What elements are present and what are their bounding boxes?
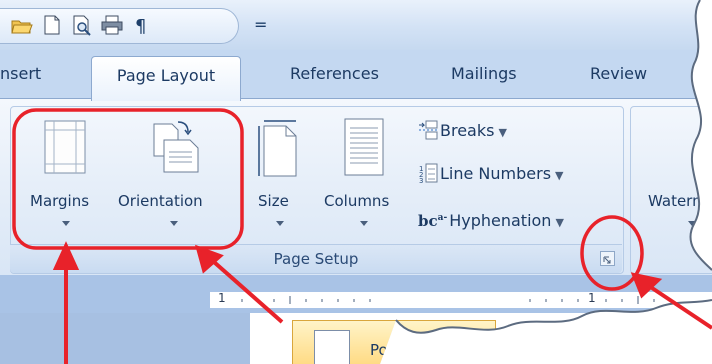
ruler-number: 1 [218, 291, 226, 305]
line-numbers-label: Line Numbers [440, 164, 552, 183]
watermark-label: Waterm [648, 192, 707, 210]
tab-page-layout[interactable]: Page Layout [91, 56, 241, 101]
breaks-dropdown-icon: ▼ [498, 126, 507, 139]
line-numbers-icon: 1 2 3 [418, 163, 438, 183]
margins-dropdown-icon [62, 221, 70, 226]
tab-insert[interactable]: nsert [0, 62, 41, 86]
breaks-label: Breaks [440, 121, 495, 140]
size-label: Size [258, 192, 289, 210]
line-numbers-button[interactable]: 1 2 3 Line Numbers ▼ [418, 163, 564, 187]
svg-text:¶: ¶ [135, 16, 146, 36]
tab-page-layout-label: Page Layout [116, 66, 216, 85]
margins-button[interactable]: Margins [26, 110, 114, 244]
line-numbers-dropdown-icon: ▼ [555, 169, 564, 182]
hyphenation-icon-text: bc [418, 212, 438, 230]
breaks-button[interactable]: Breaks ▼ [418, 120, 507, 144]
tab-mailings[interactable]: Mailings [451, 62, 517, 86]
columns-dropdown-icon [360, 221, 368, 226]
quick-access-toolbar: ¶ = [0, 0, 712, 50]
open-folder-icon[interactable] [10, 14, 34, 36]
margins-icon [44, 120, 86, 174]
tab-review[interactable]: Review [590, 62, 647, 86]
orientation-dropdown-icon [170, 221, 178, 226]
tab-references[interactable]: References [290, 62, 379, 86]
hyphenation-label: Hyphenation [449, 211, 552, 230]
new-document-icon[interactable] [40, 14, 64, 36]
page-setup-group-label-bar: Page Setup [10, 244, 622, 273]
word-ribbon-screenshot: ¶ = nsert Page Layout References Mailing… [0, 0, 712, 364]
margins-label: Margins [30, 192, 90, 210]
print-icon[interactable] [100, 14, 124, 36]
size-icon [256, 118, 302, 178]
hyphenation-icon: bca- [418, 212, 448, 230]
portrait-label: Portrait [370, 341, 426, 359]
hyphenation-dropdown-icon: ▼ [555, 216, 564, 229]
columns-button[interactable]: Columns [318, 110, 410, 244]
columns-icon [344, 118, 384, 178]
orientation-icon [150, 118, 200, 176]
breaks-icon [418, 120, 438, 140]
size-button[interactable]: Size [252, 110, 308, 244]
svg-text:3: 3 [419, 177, 423, 183]
hyphenation-button[interactable]: bca- Hyphenation ▼ [418, 207, 564, 234]
orientation-label: Orientation [118, 192, 203, 210]
watermark-button[interactable]: Waterm [648, 110, 712, 244]
ruler-ticks [230, 294, 700, 306]
customize-quick-access-button[interactable]: = [254, 14, 267, 36]
page-setup-dialog-launcher[interactable] [600, 251, 615, 266]
print-preview-icon[interactable] [70, 14, 94, 36]
dialog-launcher-icon [601, 254, 614, 267]
portrait-page-icon [314, 330, 350, 364]
size-dropdown-icon [276, 221, 284, 226]
watermark-dropdown-icon [688, 221, 696, 226]
orientation-button[interactable]: Orientation [116, 110, 236, 244]
columns-label: Columns [324, 192, 390, 210]
page-setup-group-label: Page Setup [273, 250, 359, 268]
paragraph-marks-icon[interactable]: ¶ [130, 14, 154, 36]
